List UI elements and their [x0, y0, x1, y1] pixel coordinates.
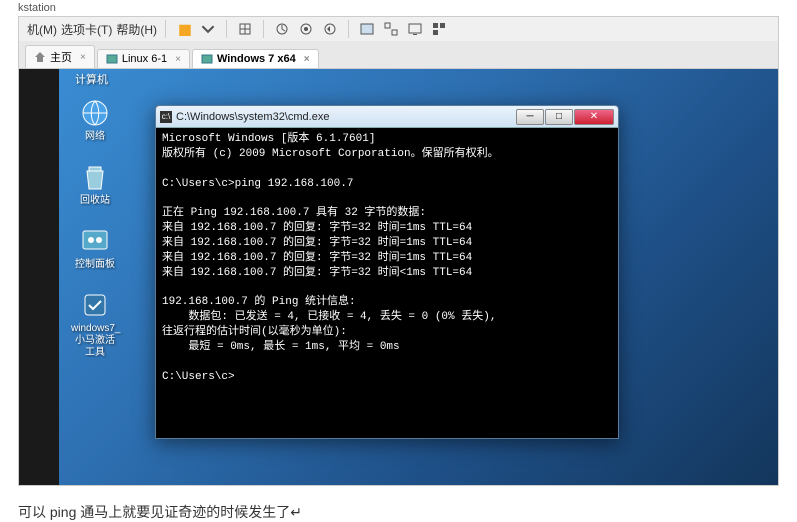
desktop-icon-activation-tool[interactable]: windows7_小马激活工具 [71, 289, 119, 359]
send-icon[interactable] [235, 19, 255, 39]
vm-icon [201, 53, 213, 65]
icon-label: 回收站 [71, 195, 119, 207]
snapshot-manage-icon[interactable] [296, 19, 316, 39]
close-icon[interactable]: × [304, 54, 310, 65]
console-icon[interactable] [405, 19, 425, 39]
control-panel-icon [79, 225, 111, 257]
close-icon[interactable]: × [175, 54, 181, 65]
tab-linux-label: Linux 6-1 [122, 53, 167, 65]
window-buttons: ─ □ ✕ [515, 109, 614, 125]
tab-home[interactable]: 主页 × [25, 45, 95, 68]
toolbar-separator [348, 20, 349, 38]
fullscreen-icon[interactable] [357, 19, 377, 39]
vm-icon [106, 53, 118, 65]
desktop-icon-control-panel[interactable]: 控制面板 [71, 225, 119, 271]
menu-help[interactable]: 帮助(H) [116, 21, 157, 38]
vm-app-frame: 机(M) 选项卡(T) 帮助(H) ▮▮ 主页 × [18, 16, 779, 486]
unity-icon[interactable] [381, 19, 401, 39]
document-caption: 可以 ping 通马上就要见证奇迹的时候发生了↵ [18, 502, 779, 522]
left-panel [19, 69, 59, 485]
desktop-icons: 网络 回收站 控制面板 windows7_小马激活工具 [71, 97, 119, 359]
close-icon[interactable]: × [80, 52, 86, 63]
cmd-titlebar[interactable]: c:\ C:\Windows\system32\cmd.exe ─ □ ✕ [156, 106, 618, 128]
network-icon [79, 97, 111, 129]
toolbar-separator [165, 20, 166, 38]
close-button[interactable]: ✕ [574, 109, 614, 125]
cmd-output[interactable]: Microsoft Windows [版本 6.1.7601] 版权所有 (c)… [156, 128, 618, 438]
tab-linux[interactable]: Linux 6-1 × [97, 49, 190, 68]
cmd-title-text: C:\Windows\system32\cmd.exe [176, 111, 515, 123]
toolbar-separator [226, 20, 227, 38]
revert-icon[interactable] [320, 19, 340, 39]
tool-icon [79, 289, 111, 321]
thumbnail-icon[interactable] [429, 19, 449, 39]
snapshot-icon[interactable] [272, 19, 292, 39]
tab-bar: 主页 × Linux 6-1 × Windows 7 x64 × [19, 41, 778, 69]
tab-windows7[interactable]: Windows 7 x64 × [192, 49, 319, 68]
menu-machine[interactable]: 机(M) [27, 21, 57, 38]
recycle-icon [79, 161, 111, 193]
home-icon [34, 51, 46, 63]
icon-label: 控制面板 [71, 259, 119, 271]
desktop-icon-recycle[interactable]: 回收站 [71, 161, 119, 207]
guest-desktop[interactable]: 计算机 网络 回收站 控制面板 windows7_小马激活工具 [19, 69, 778, 485]
tab-win7-label: Windows 7 x64 [217, 53, 296, 65]
cmd-icon: c:\ [160, 111, 172, 123]
menu-tabs[interactable]: 选项卡(T) [61, 21, 112, 38]
icon-label: 网络 [71, 131, 119, 143]
pause-icon[interactable]: ▮▮ [174, 19, 194, 39]
toolbar-separator [263, 20, 264, 38]
maximize-button[interactable]: □ [545, 109, 573, 125]
minimize-button[interactable]: ─ [516, 109, 544, 125]
app-title: kstation [18, 0, 779, 16]
dropdown-icon[interactable] [198, 19, 218, 39]
section-header: 计算机 [75, 71, 108, 87]
icon-label: windows7_小马激活工具 [71, 323, 119, 359]
menu-bar: 机(M) 选项卡(T) 帮助(H) ▮▮ [19, 17, 778, 41]
cmd-window[interactable]: c:\ C:\Windows\system32\cmd.exe ─ □ ✕ Mi… [155, 105, 619, 439]
desktop-icon-network[interactable]: 网络 [71, 97, 119, 143]
tab-home-label: 主页 [50, 49, 72, 65]
